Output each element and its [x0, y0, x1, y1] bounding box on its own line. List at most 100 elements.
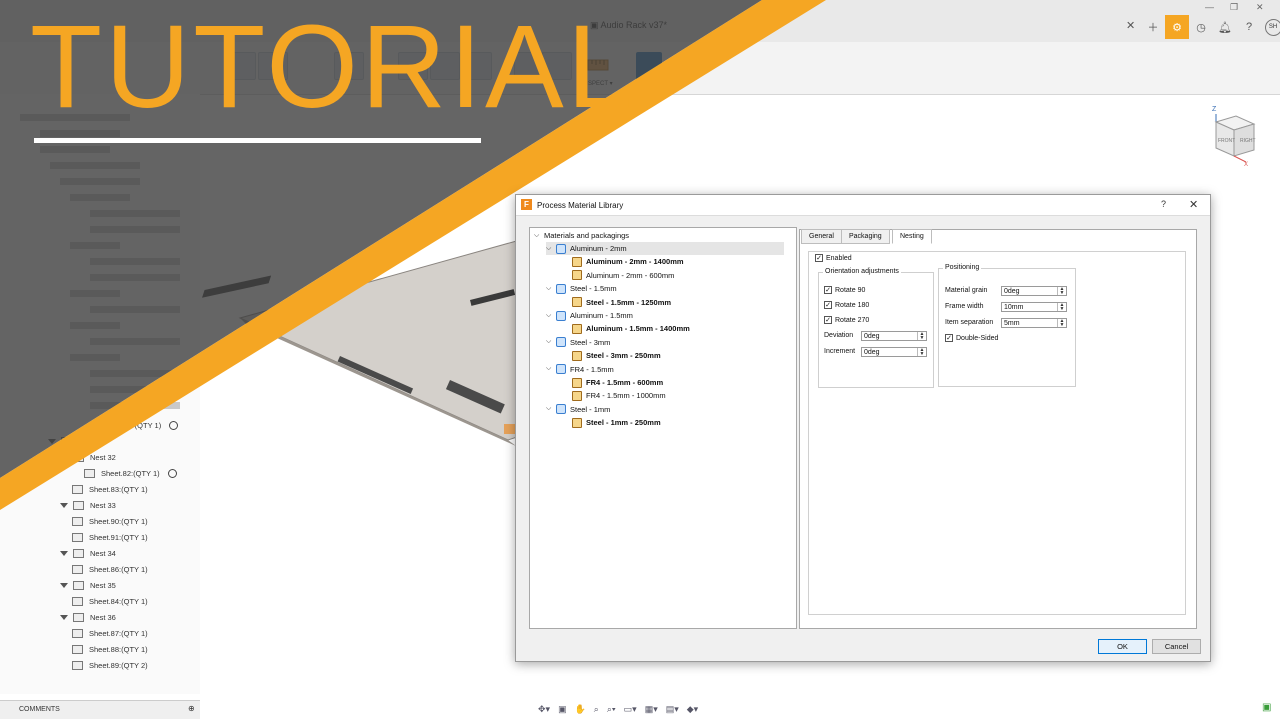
browser-row[interactable]: Nest 36	[60, 610, 116, 624]
display-settings-icon[interactable]: ▭▾	[624, 704, 637, 715]
material-item[interactable]: ⌵ Steel - 3mm	[546, 336, 610, 349]
expand-arrow-icon[interactable]	[60, 614, 68, 620]
tree-root[interactable]: ⌵ Materials and packagings	[534, 229, 629, 242]
rotate-90-checkbox[interactable]: ✓ Rotate 90	[824, 286, 865, 294]
select-button[interactable]	[636, 52, 662, 80]
checkbox-icon[interactable]: ✓	[945, 334, 953, 342]
browser-row[interactable]: y7	[48, 434, 86, 448]
packaging-item[interactable]: FR4 - 1.5mm - 600mm	[572, 376, 663, 389]
frame-width-input[interactable]: 10mm ▲ ▼	[1001, 302, 1067, 312]
browser-row[interactable]: Sheet.84:(QTY 1)	[72, 594, 148, 608]
spin-arrows-icon[interactable]: ▲ ▼	[917, 348, 926, 357]
dialog-close-button[interactable]: ✕	[1189, 198, 1198, 211]
packaging-item[interactable]: Aluminum - 2mm - 600mm	[572, 269, 674, 282]
packaging-item[interactable]: Steel - 1.5mm - 1250mm	[572, 296, 671, 309]
packaging-item[interactable]: Steel - 3mm - 250mm	[572, 349, 661, 362]
browser-row[interactable]: Nest 34	[60, 546, 116, 560]
expand-arrow-icon[interactable]: ⌵	[546, 285, 553, 293]
viewcube[interactable]: Z FRONT RIGHT X	[1210, 104, 1262, 166]
material-item[interactable]: ⌵ FR4 - 1.5mm	[546, 363, 614, 376]
help-button[interactable]: ?	[1161, 199, 1166, 209]
expand-arrow-icon[interactable]: ⌵	[546, 405, 553, 413]
spin-arrows-icon[interactable]: ▲ ▼	[1057, 319, 1066, 328]
browser-row[interactable]: Sheet.83:(QTY 1)	[72, 482, 148, 496]
radio-icon[interactable]	[167, 468, 177, 478]
expand-arrow-icon[interactable]: ⌵	[534, 232, 541, 240]
document-close-icon[interactable]: ✕	[1126, 19, 1135, 32]
material-item[interactable]: ⌵ Steel - 1mm	[546, 403, 610, 416]
expand-arrow-icon[interactable]	[60, 582, 68, 588]
orbit-icon[interactable]: ✥▾	[538, 704, 550, 715]
material-item[interactable]: ⌵ Aluminum - 2mm	[546, 242, 784, 255]
increment-input[interactable]: 0deg ▲ ▼	[861, 347, 927, 357]
checkbox-icon[interactable]: ✓	[824, 301, 832, 309]
account-button[interactable]: SH	[1261, 15, 1280, 39]
spin-arrows-icon[interactable]: ▲ ▼	[917, 332, 926, 341]
grid-icon[interactable]: ▦▾	[645, 704, 658, 715]
expand-arrow-icon[interactable]: ⌵	[546, 365, 553, 373]
browser-row[interactable]: Sheet.86:(QTY 1)	[72, 562, 148, 576]
browser-row[interactable]: Sheet.87:(QTY 1)	[72, 626, 148, 640]
expand-arrow-icon[interactable]	[48, 438, 56, 444]
spin-arrows-icon[interactable]: ▲ ▼	[1057, 303, 1066, 312]
tab-nesting[interactable]: Nesting	[892, 229, 932, 244]
packaging-item[interactable]: Aluminum - 1.5mm - 1400mm	[572, 322, 690, 335]
enabled-checkbox[interactable]: ✓ Enabled	[815, 254, 852, 262]
zoom-window-icon[interactable]: ⌕▾	[607, 704, 616, 715]
browser-row[interactable]: Nest 32	[60, 450, 116, 464]
expand-arrow-icon[interactable]	[60, 550, 68, 556]
comments-add-icon[interactable]: ⊕	[188, 704, 195, 713]
deviation-input[interactable]: 0deg ▲ ▼	[861, 331, 927, 341]
expand-arrow-icon[interactable]	[60, 502, 68, 508]
help-icon[interactable]: ?	[1237, 15, 1261, 39]
restore-icon[interactable]: ❐	[1230, 2, 1238, 13]
expand-arrow-icon[interactable]	[60, 454, 68, 460]
zoom-icon[interactable]: ⌕	[594, 704, 599, 715]
browser-row[interactable]: Sheet.89:(QTY 2)	[72, 658, 148, 672]
material-icon	[556, 337, 566, 348]
tab-packaging[interactable]: Packaging	[841, 229, 890, 244]
packaging-item[interactable]: Steel - 1mm - 250mm	[572, 416, 661, 429]
browser-row[interactable]: Sheet.91:(QTY 1)	[72, 530, 148, 544]
packaging-item[interactable]: Aluminum - 2mm - 1400mm	[572, 255, 684, 268]
tab-general[interactable]: General	[801, 229, 842, 244]
environment-icon[interactable]: ◆▾	[687, 704, 698, 715]
browser-row[interactable]: Sheet.88:(QTY 1)	[72, 642, 148, 656]
extension-icon[interactable]: ⚙	[1165, 15, 1189, 39]
browser-row[interactable]: Nest 35	[60, 578, 116, 592]
comments-bar[interactable]: COMMENTS ⊕	[0, 700, 200, 719]
material-item[interactable]: ⌵ Steel - 1.5mm	[546, 282, 617, 295]
checkbox-icon[interactable]: ✓	[824, 316, 832, 324]
cancel-button[interactable]: Cancel	[1152, 639, 1201, 654]
browser-row[interactable]: Sheet.82:(QTY 1)	[84, 466, 177, 480]
browser-row[interactable]: Sheet (QTY 1)	[96, 418, 179, 432]
chat-icon[interactable]: ▣	[1262, 702, 1271, 713]
rotate-270-checkbox[interactable]: ✓ Rotate 270	[824, 316, 869, 324]
bell-icon[interactable]: 🔔︎	[1213, 15, 1237, 39]
double-sided-checkbox[interactable]: ✓ Double-Sided	[945, 334, 998, 342]
material-item[interactable]: ⌵ Aluminum - 1.5mm	[546, 309, 633, 322]
checkbox-icon[interactable]: ✓	[815, 254, 823, 262]
minimize-icon[interactable]: —	[1205, 2, 1214, 12]
window-close-icon[interactable]: ✕	[1256, 2, 1264, 13]
expand-arrow-icon[interactable]: ⌵	[546, 245, 553, 253]
item-separation-input[interactable]: 5mm ▲ ▼	[1001, 318, 1067, 328]
ok-button[interactable]: OK	[1098, 639, 1147, 654]
viewports-icon[interactable]: ▤▾	[666, 704, 679, 715]
expand-arrow-icon[interactable]: ⌵	[546, 338, 553, 346]
browser-panel: Sheet (QTY 1) y7 Nest 32 Sheet.82:(QTY 1) Sh…	[0, 94, 200, 694]
plus-icon[interactable]: ＋	[1141, 15, 1165, 39]
pan-icon[interactable]: ✋	[575, 704, 586, 715]
browser-row[interactable]: Nest 33	[60, 498, 116, 512]
spin-arrows-icon[interactable]: ▲ ▼	[1057, 287, 1066, 296]
browser-row[interactable]: Sheet.90:(QTY 1)	[72, 514, 148, 528]
rotate-180-checkbox[interactable]: ✓ Rotate 180	[824, 301, 869, 309]
dialog-title-bar[interactable]: F Process Material Library ? ✕	[516, 195, 1210, 216]
radio-icon[interactable]	[169, 420, 179, 430]
clock-icon[interactable]: ◷	[1189, 15, 1213, 39]
look-at-icon[interactable]: ▣	[558, 704, 567, 715]
material-grain-input[interactable]: 0deg ▲ ▼	[1001, 286, 1067, 296]
expand-arrow-icon[interactable]: ⌵	[546, 312, 553, 320]
packaging-item[interactable]: FR4 - 1.5mm - 1000mm	[572, 389, 666, 402]
checkbox-icon[interactable]: ✓	[824, 286, 832, 294]
